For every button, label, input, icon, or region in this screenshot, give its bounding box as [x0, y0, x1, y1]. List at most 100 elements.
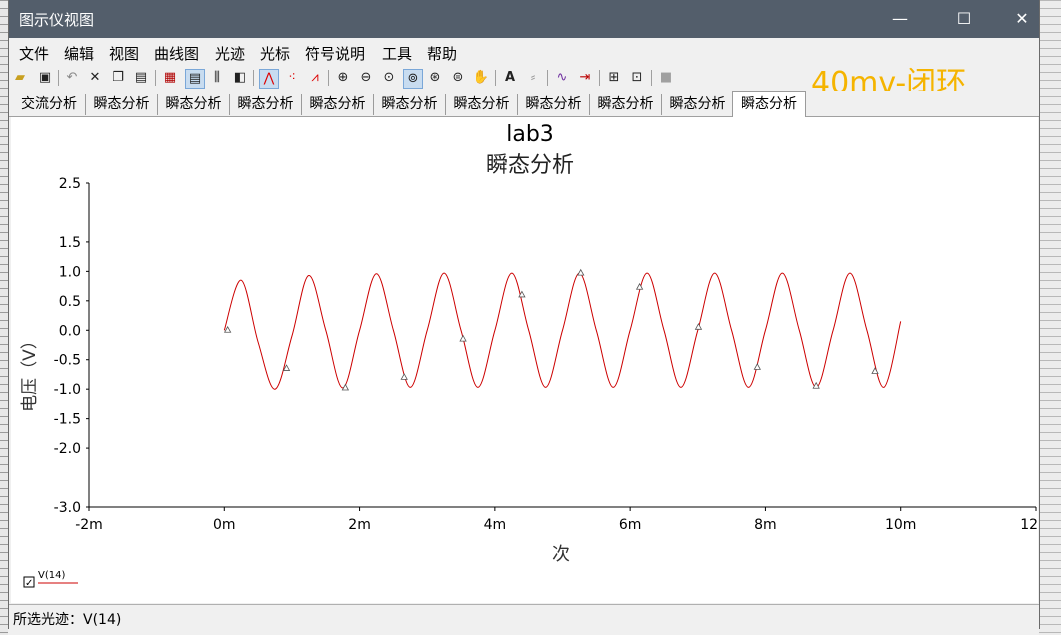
y-tick-label: -1.0 — [54, 382, 81, 398]
toolbar-separator — [328, 70, 329, 86]
analysis-tabs: 交流分析 瞬态分析 瞬态分析 瞬态分析 瞬态分析 瞬态分析 瞬态分析 瞬态分析 … — [9, 91, 1039, 117]
toolbar-separator — [253, 70, 254, 86]
graph-area[interactable]: lab3 瞬态分析 2.5 1.5 1.0 0.5 0.0 -0.5 -1.0 -1.5 -2.… — [11, 117, 1052, 603]
menu-view[interactable]: 视图 — [109, 43, 139, 64]
y-tick-label: -2.0 — [54, 441, 81, 457]
bar-icon[interactable]: ⫼ — [208, 69, 226, 87]
y-axis-ticks: 2.5 1.5 1.0 0.5 0.0 -0.5 -1.0 -1.5 -2.0 -3.0 — [54, 176, 89, 516]
zoom-x-icon[interactable]: ⊚ — [403, 69, 423, 89]
x-tick-label: 2m — [348, 517, 371, 533]
y-tick-label: 0.5 — [59, 294, 81, 310]
legend-label: V(14) — [38, 570, 65, 581]
y-axis-label: 电压（V） — [20, 332, 40, 412]
axes — [88, 183, 1036, 508]
stop-icon[interactable]: ■ — [657, 69, 675, 87]
grapher-window: 图示仪视图 — ☐ ✕ 文件 编辑 视图 曲线图 光迹 光标 符号说明 工具 帮… — [8, 0, 1052, 629]
trace-points-icon[interactable]: ⁖ — [283, 69, 301, 87]
legend: ✓ V(14) — [23, 570, 78, 589]
zoom-fit-icon[interactable]: ⊙ — [380, 69, 398, 87]
tab-transient-6[interactable]: 瞬态分析 — [446, 94, 518, 115]
minimize-button[interactable]: — — [877, 0, 923, 38]
tab-transient-4[interactable]: 瞬态分析 — [302, 94, 374, 115]
zoom-in-icon[interactable]: ⊕ — [334, 69, 352, 87]
x-tick-label: 0m — [213, 517, 236, 533]
tab-transient-1[interactable]: 瞬态分析 — [86, 94, 158, 115]
menu-tools[interactable]: 工具 — [382, 43, 412, 64]
menu-graph[interactable]: 曲线图 — [154, 43, 199, 64]
toolbar-separator — [495, 70, 496, 86]
x-tick-label: 12m — [1020, 517, 1038, 533]
toolbar-separator — [651, 70, 652, 86]
legend-icon[interactable]: ▤ — [185, 69, 205, 89]
y-tick-label: -3.0 — [54, 500, 81, 516]
x-tick-label: 4m — [484, 517, 507, 533]
series-marker — [341, 383, 350, 391]
y-tick-label: -1.5 — [54, 412, 81, 428]
pan-icon[interactable]: ✋ — [472, 69, 490, 87]
menu-legend[interactable]: 符号说明 — [305, 43, 365, 64]
x-axis-ticks: -2m 0m 2m 4m 6m 8m 10m 12m — [75, 507, 1052, 533]
x-tick-label: 10m — [885, 517, 916, 533]
label-icon[interactable]: ⸗ — [524, 69, 542, 87]
toolbar-separator — [599, 70, 600, 86]
status-text: 所选光迹：V(14) — [13, 612, 122, 628]
series-marker — [459, 334, 467, 342]
menu-file[interactable]: 文件 — [19, 43, 49, 64]
background-window-edge — [0, 0, 8, 635]
window-icon[interactable]: ◧ — [231, 69, 249, 87]
maximize-button[interactable]: ☐ — [941, 0, 987, 38]
menu-trace[interactable]: 光迹 — [215, 43, 245, 64]
undo-icon[interactable]: ↶ — [63, 69, 81, 87]
series-marker — [694, 322, 703, 330]
toolbar-separator — [58, 70, 59, 86]
tab-transient-8[interactable]: 瞬态分析 — [590, 94, 662, 115]
menu-help[interactable]: 帮助 — [427, 43, 457, 64]
y-tick-label: 0.0 — [59, 323, 81, 339]
series-line-v14 — [223, 272, 902, 390]
menu-edit[interactable]: 编辑 — [64, 43, 94, 64]
text-icon[interactable]: A — [501, 69, 519, 87]
chart-subtitle: 瞬态分析 — [486, 153, 574, 178]
title-bar[interactable]: 图示仪视图 — ☐ ✕ — [9, 0, 1039, 38]
tab-transient-3[interactable]: 瞬态分析 — [230, 94, 302, 115]
grid-icon[interactable]: ▦ — [161, 69, 179, 87]
tab-ac-analysis[interactable]: 交流分析 — [13, 94, 86, 115]
compare-icon[interactable]: ∿ — [553, 69, 571, 87]
export-icon[interactable]: ⇥ — [576, 69, 594, 87]
status-bar: 所选光迹：V(14) — [9, 604, 1039, 629]
trace-line-icon[interactable]: ⋀ — [259, 69, 279, 89]
close-button[interactable]: ✕ — [999, 0, 1045, 38]
y-tick-label: -0.5 — [54, 353, 81, 369]
chart-title: lab3 — [506, 122, 554, 147]
toolbar-separator — [155, 70, 156, 86]
menu-cursor[interactable]: 光标 — [260, 43, 290, 64]
background-window-edge-right — [1039, 0, 1061, 635]
series-group — [223, 268, 902, 391]
copy-icon[interactable]: ❐ — [109, 69, 127, 87]
open-icon[interactable]: ▰ — [11, 69, 29, 87]
x-axis-label: 次 — [552, 544, 570, 565]
tab-transient-9[interactable]: 瞬态分析 — [662, 94, 734, 115]
zoom-out-icon[interactable]: ⊖ — [357, 69, 375, 87]
tab-transient-5[interactable]: 瞬态分析 — [374, 94, 446, 115]
tab-transient-2[interactable]: 瞬态分析 — [158, 94, 230, 115]
save-icon[interactable]: ▣ — [36, 69, 54, 87]
paste-icon[interactable]: ▤ — [132, 69, 150, 87]
series-marker — [753, 363, 761, 370]
zoom-area-icon[interactable]: ⊜ — [449, 69, 467, 87]
tab-transient-7[interactable]: 瞬态分析 — [518, 94, 590, 115]
transient-chart[interactable]: lab3 瞬态分析 2.5 1.5 1.0 0.5 0.0 -0.5 -1.0 -1.5 -2.… — [11, 117, 1052, 603]
toolbar-separator — [547, 70, 548, 86]
trace-both-icon[interactable]: ⩘ — [306, 69, 324, 87]
zoom-y-icon[interactable]: ⊛ — [426, 69, 444, 87]
y-tick-label: 2.5 — [59, 176, 81, 192]
delete-icon[interactable]: ✕ — [86, 69, 104, 87]
x-tick-label: 6m — [619, 517, 642, 533]
copy-data-icon[interactable]: ⊡ — [628, 69, 646, 87]
tab-transient-10[interactable]: 瞬态分析 — [732, 91, 806, 117]
series-marker — [871, 367, 879, 374]
window-title: 图示仪视图 — [19, 11, 95, 29]
x-tick-label: 8m — [754, 517, 777, 533]
check-icon: ✓ — [25, 578, 33, 589]
excel-icon[interactable]: ⊞ — [605, 69, 623, 87]
